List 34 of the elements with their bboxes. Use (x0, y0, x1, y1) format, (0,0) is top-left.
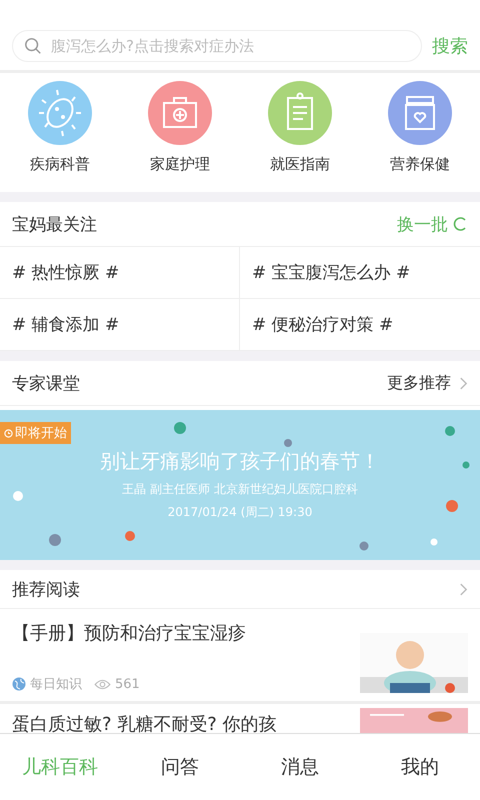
refresh-icon (452, 216, 468, 232)
first-aid-kit-icon[interactable] (148, 81, 212, 145)
more-link[interactable]: 更多推荐 (387, 372, 468, 394)
section-title: 推荐阅读 (12, 578, 80, 600)
article-item[interactable]: 【手册】预防和治疗宝宝湿疹 每日知识 561 (0, 609, 480, 704)
tab[interactable]: 问答 (120, 753, 240, 781)
category-label[interactable]: 家庭护理 (150, 155, 210, 174)
search-icon (24, 37, 42, 55)
globe-icon (12, 677, 26, 691)
category-label[interactable]: 营养保健 (390, 155, 450, 174)
speaker-info: 王晶 副主任医师 北京新世纪妇儿医院口腔科 (122, 481, 358, 498)
topic-tag[interactable]: # 辅食添加 # (0, 299, 240, 351)
category-label[interactable]: 疾病科普 (30, 155, 90, 174)
article-source: 每日知识 (30, 676, 82, 693)
topic-tag[interactable]: # 热性惊厥 # (0, 247, 240, 299)
status-badge: 即将开始 (0, 422, 71, 444)
section-title: 宝妈最关注 (12, 214, 97, 236)
category-label[interactable]: 就医指南 (270, 155, 330, 174)
clipboard-icon[interactable] (268, 81, 332, 145)
search-field[interactable]: 腹泻怎么办?点击搜索对症办法 (12, 30, 422, 62)
view-count: 561 (115, 676, 140, 692)
course-time: 2017/01/24 (周二) 19:30 (168, 504, 312, 521)
tab[interactable]: 我的 (360, 753, 480, 781)
article-item[interactable]: 蛋白质过敏? 乳糖不耐受? 你的孩 (0, 704, 480, 733)
chevron-icon (459, 582, 468, 596)
banner-headline: 别让牙痛影响了孩子们的春节！ (100, 448, 380, 475)
jar-icon[interactable] (388, 81, 452, 145)
tab[interactable]: 消息 (240, 753, 360, 781)
eye-icon (94, 678, 111, 690)
article-title: 【手册】预防和治疗宝宝湿疹 (12, 622, 246, 645)
article-title: 蛋白质过敏? 乳糖不耐受? 你的孩 (12, 713, 277, 733)
chevron-icon (459, 376, 468, 390)
germ-icon[interactable] (28, 81, 92, 145)
section-title: 专家课堂 (12, 372, 80, 394)
